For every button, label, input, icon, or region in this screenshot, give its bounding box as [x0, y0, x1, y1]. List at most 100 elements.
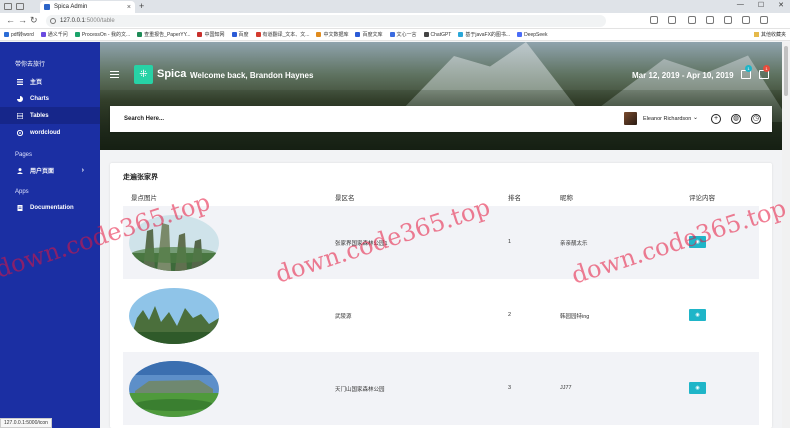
- column-header: 景点图片: [131, 195, 157, 202]
- bookmark-item[interactable]: ProcessOn - 我的文...: [74, 31, 131, 38]
- bookmark-item[interactable]: DeepSeek: [517, 32, 547, 38]
- tab-close-icon[interactable]: ×: [127, 4, 131, 11]
- table-row: 张家界国家森林公园1 1 亲亲靓太乐 ◉: [123, 206, 759, 279]
- table-card: 走遍张家界 景点图片 景区名 排名 昵称 评论内容 张家界国家森林公园1 1 亲…: [110, 163, 772, 428]
- bookmark-label: 通义千问: [47, 32, 68, 38]
- plus-circle-icon[interactable]: +: [711, 114, 721, 124]
- section-apps-label: Apps: [15, 189, 29, 195]
- page-scrollbar[interactable]: [782, 42, 790, 428]
- window-controls: — ☐ ✕: [737, 1, 784, 9]
- minimize-icon[interactable]: —: [737, 1, 744, 9]
- sidebar-item-label: 主页: [30, 80, 43, 86]
- sidebar-item-tables[interactable]: Tables: [0, 107, 100, 124]
- rank: 3: [508, 385, 512, 391]
- doc-icon: [17, 204, 23, 211]
- sidebar-item-label: Charts: [30, 95, 50, 102]
- sidebar: 带你去旅行 主页 Charts Tables wordcloud Pages 用…: [0, 42, 100, 428]
- logo-icon[interactable]: ⁜: [134, 65, 153, 84]
- view-comment-button[interactable]: ◉: [689, 309, 706, 321]
- bookmark-item[interactable]: 文心一言: [389, 31, 417, 38]
- avatar[interactable]: [624, 112, 637, 125]
- close-window-icon[interactable]: ✕: [778, 1, 784, 9]
- bookmark-item[interactable]: ChatGPT: [423, 32, 451, 38]
- pie-chart-icon: [17, 95, 23, 102]
- chevron-right-icon: ›: [81, 167, 84, 174]
- scenic-image: [129, 288, 219, 344]
- bookmark-label: 文心一言: [396, 32, 417, 38]
- bookmark-item[interactable]: 百度文库: [355, 31, 383, 38]
- back-icon[interactable]: ←: [6, 15, 15, 25]
- bookmark-item[interactable]: 通义千问: [40, 31, 68, 38]
- bookmark-label: ProcessOn - 我的文...: [81, 32, 131, 38]
- table-header: 景点图片 景区名 排名 昵称 评论内容: [123, 190, 759, 204]
- user-name[interactable]: Eleanor Richardson: [643, 116, 691, 122]
- table-row: 天门山国家森林公园 3 JJ77 ◉: [123, 352, 759, 425]
- welcome-message: Welcome back, Brandon Haynes: [190, 71, 314, 80]
- eye-icon: ◉: [695, 239, 700, 245]
- sidebar-item-wordcloud[interactable]: wordcloud: [0, 124, 100, 141]
- bookmark-item[interactable]: 基于javaFX的图书...: [458, 31, 510, 38]
- refresh-icon[interactable]: ↻: [30, 15, 38, 26]
- settings-menu-icon[interactable]: [760, 16, 768, 24]
- bookmark-label: 有道翻译_文本、文...: [262, 32, 310, 38]
- forward-icon[interactable]: →: [18, 15, 27, 25]
- sidebar-item-label: 用户页面: [30, 169, 55, 175]
- other-bookmarks-label: 其他收藏夹: [760, 32, 786, 38]
- browser-tab-bar: Spica Admin × + — ☐ ✕: [0, 0, 790, 13]
- profile-icon[interactable]: [742, 16, 750, 24]
- view-comment-button[interactable]: ◉: [689, 236, 706, 248]
- bookmark-item[interactable]: 中文数据库: [316, 31, 348, 38]
- column-header: 评论内容: [689, 195, 715, 202]
- sidebar-item-label: wordcloud: [30, 129, 61, 136]
- sidebar-item-charts[interactable]: Charts: [0, 90, 100, 107]
- table-row: 武陵源 2 韩园园特ing ◉: [123, 279, 759, 352]
- bookmark-favicon-icon: [355, 32, 361, 37]
- bookmark-item[interactable]: 百度: [231, 31, 249, 38]
- sidebar-item-user-pages[interactable]: 用户页面 ›: [0, 162, 100, 179]
- search-input[interactable]: Search Here...: [124, 116, 164, 122]
- favorite-star-icon[interactable]: [668, 16, 676, 24]
- nickname: 韩园园特ing: [560, 314, 590, 320]
- section-pages-label: Pages: [15, 152, 33, 158]
- reader-icon[interactable]: [650, 16, 658, 24]
- chevron-down-icon[interactable]: ⌄: [693, 114, 698, 121]
- search-bar: Search Here... Eleanor Richardson ⌄ + ◍ …: [110, 106, 772, 132]
- bookmark-favicon-icon: [40, 32, 46, 37]
- site-info-icon[interactable]: [50, 18, 56, 24]
- clock-icon[interactable]: ◷: [751, 114, 761, 124]
- favorites-icon[interactable]: [706, 16, 714, 24]
- globe-icon[interactable]: ◍: [731, 114, 741, 124]
- bookmark-label: 中国知网: [204, 32, 225, 38]
- collections-icon[interactable]: [724, 16, 732, 24]
- bookmark-favicon-icon: [137, 32, 143, 37]
- bookmark-item[interactable]: pdf转word: [4, 31, 34, 38]
- browser-tab[interactable]: Spica Admin ×: [40, 1, 135, 13]
- bookmark-item[interactable]: 查重报告_PaperYY...: [137, 31, 190, 38]
- bookmark-favicon-icon: [389, 32, 395, 37]
- view-comment-button[interactable]: ◉: [689, 382, 706, 394]
- cloud-icon: [16, 129, 24, 136]
- sidebar-item-home[interactable]: 主页: [0, 73, 100, 90]
- tab-actions[interactable]: [4, 2, 34, 11]
- eye-icon: ◉: [695, 312, 700, 318]
- bookmark-label: 中文数据库: [323, 32, 349, 38]
- scenic-name: 武陵源: [335, 314, 352, 320]
- user-icon: [17, 167, 23, 174]
- maximize-icon[interactable]: ☐: [758, 1, 764, 9]
- bookmark-item[interactable]: 中国知网: [197, 31, 225, 38]
- column-header: 昵称: [560, 195, 573, 202]
- logo-text[interactable]: Spica: [157, 68, 186, 80]
- sidebar-brand: 带你去旅行: [15, 62, 46, 68]
- hamburger-menu-icon[interactable]: [110, 71, 119, 78]
- sidebar-item-documentation[interactable]: Documentation: [0, 199, 100, 216]
- other-bookmarks[interactable]: 其他收藏夹: [753, 31, 786, 38]
- nickname: JJ77: [560, 385, 572, 391]
- date-range[interactable]: Mar 12, 2019 - Apr 10, 2019: [632, 71, 734, 80]
- bookmark-favicon-icon: [423, 32, 429, 37]
- new-tab-button[interactable]: +: [139, 1, 144, 11]
- nickname: 亲亲靓太乐: [560, 241, 588, 247]
- split-screen-icon[interactable]: [688, 16, 696, 24]
- bookmark-item[interactable]: 有道翻译_文本、文...: [255, 31, 310, 38]
- scrollbar-thumb[interactable]: [784, 46, 788, 96]
- url-input[interactable]: 127.0.0.1:5000/table: [46, 15, 606, 27]
